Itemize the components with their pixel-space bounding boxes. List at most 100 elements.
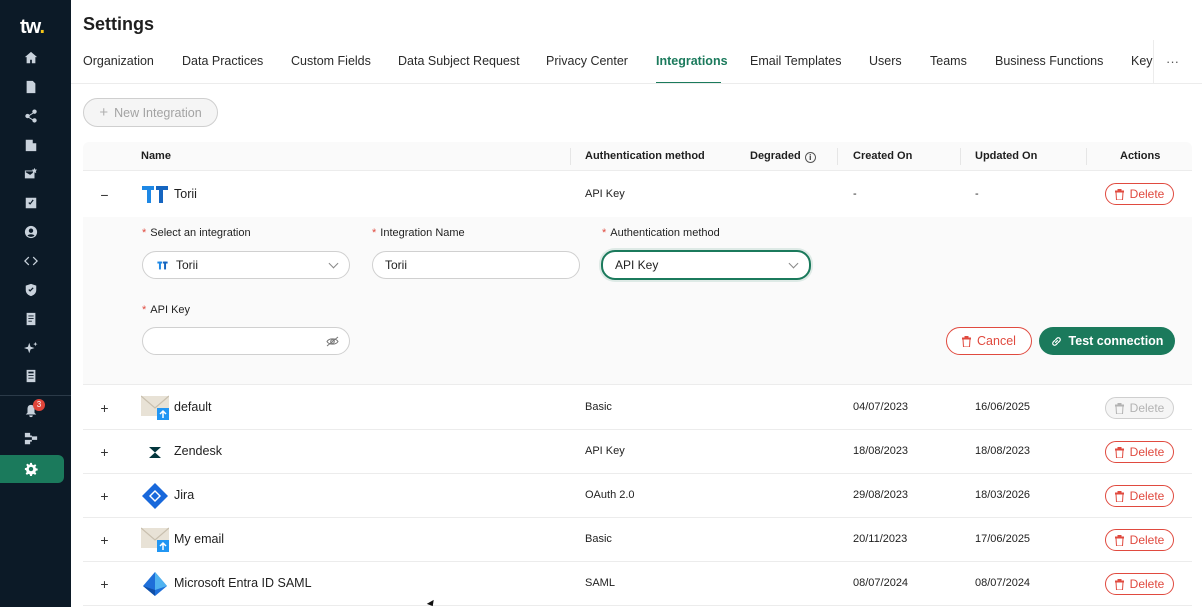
tab-data-practices[interactable]: Data Practices (182, 54, 263, 68)
expand-row-button[interactable]: + (99, 489, 110, 503)
column-auth-method: Authentication method (585, 150, 705, 162)
torii-logo (142, 186, 168, 203)
expand-row-button[interactable]: + (99, 533, 110, 547)
tab-email-templates[interactable]: Email Templates (750, 54, 841, 68)
delete-button[interactable]: Delete (1105, 485, 1174, 507)
app-logo[interactable]: tw. (20, 16, 45, 39)
required-mark: * (142, 227, 147, 239)
select-integration-label-text: Select an integration (150, 227, 251, 239)
gear-icon[interactable] (23, 461, 39, 477)
delete-button: Delete (1105, 397, 1174, 419)
tab-integrations[interactable]: Integrations (656, 54, 728, 68)
trash-icon (1114, 534, 1124, 546)
delete-label: Delete (1129, 445, 1165, 459)
integration-name-label-text: Integration Name (380, 227, 465, 239)
expand-row-button[interactable]: + (99, 401, 110, 415)
created-on: 04/07/2023 (853, 401, 909, 413)
trash-icon (1114, 446, 1124, 458)
email-logo (141, 395, 169, 420)
info-icon[interactable]: i (804, 152, 816, 163)
report-icon[interactable] (23, 311, 39, 327)
created-on: 18/08/2023 (853, 445, 909, 457)
entra-logo (143, 572, 167, 596)
integration-name[interactable]: Torii (174, 187, 197, 201)
zendesk-logo (149, 447, 161, 458)
integration-name[interactable]: Jira (174, 488, 194, 502)
new-integration-label: New Integration (114, 105, 202, 120)
header-divider (71, 83, 1202, 84)
tab-privacy-center[interactable]: Privacy Center (546, 54, 628, 68)
table-row: + Microsoft Entra ID SAML SAML 08/07/202… (83, 562, 1192, 606)
table-row: + default Basic 04/07/2023 16/06/2025 De… (83, 386, 1192, 430)
book-icon[interactable] (23, 368, 39, 384)
shield-icon[interactable] (23, 282, 39, 298)
tab-custom-fields[interactable]: Custom Fields (291, 54, 371, 68)
collapse-row-button[interactable]: − (99, 188, 110, 202)
table-row: + Jira OAuth 2.0 29/08/2023 18/03/2026 D… (83, 474, 1192, 518)
user-circle-icon[interactable] (23, 224, 39, 240)
updated-on: 18/08/2023 (975, 445, 1031, 457)
integration-name-value: Torii (385, 258, 408, 272)
cancel-label: Cancel (977, 334, 1016, 348)
home-icon[interactable] (23, 50, 39, 66)
delete-button[interactable]: Delete (1105, 441, 1174, 463)
integration-name[interactable]: default (174, 400, 212, 414)
auth-method-select[interactable]: API Key (601, 250, 811, 280)
auth-method: Basic (585, 533, 612, 545)
hierarchy-icon[interactable] (23, 431, 39, 447)
created-on: 29/08/2023 (853, 489, 909, 501)
tab-organization[interactable]: Organization (83, 54, 154, 68)
tabs-more-button[interactable]: ··· (1153, 40, 1191, 83)
integration-select-value: Torii (176, 258, 199, 272)
integration-name-input[interactable]: Torii (372, 251, 580, 279)
required-mark: * (372, 227, 377, 239)
torii-logo (157, 261, 168, 269)
integration-select[interactable]: Torii (142, 251, 350, 279)
api-key-input[interactable] (142, 327, 350, 355)
column-separator (960, 148, 961, 165)
notification-badge: 3 (33, 399, 45, 411)
checklist-icon[interactable] (23, 195, 39, 211)
tab-key[interactable]: Key (1131, 54, 1153, 68)
tab-business-functions[interactable]: Business Functions (995, 54, 1103, 68)
auth-method: Basic (585, 401, 612, 413)
updated-on: 18/03/2026 (975, 489, 1031, 501)
test-connection-button[interactable]: Test connection (1039, 327, 1175, 355)
column-separator (1086, 148, 1087, 165)
chevron-down-icon (788, 258, 799, 269)
share-icon[interactable] (23, 108, 39, 124)
column-actions: Actions (1120, 150, 1161, 162)
jira-logo (142, 483, 168, 509)
new-integration-button[interactable]: + New Integration (83, 98, 218, 127)
cancel-button[interactable]: Cancel (946, 327, 1032, 355)
sidebar-divider (0, 395, 71, 396)
test-connection-label: Test connection (1068, 334, 1164, 348)
delete-button[interactable]: Delete (1105, 529, 1174, 551)
delete-label: Delete (1129, 187, 1165, 201)
expand-row-button[interactable]: + (99, 445, 110, 459)
expand-row-button[interactable]: + (99, 577, 110, 591)
delete-button[interactable]: Delete (1105, 573, 1174, 595)
integration-name[interactable]: Microsoft Entra ID SAML (174, 576, 312, 590)
delete-label: Delete (1129, 577, 1165, 591)
tab-teams[interactable]: Teams (930, 54, 967, 68)
auth-method: SAML (585, 577, 615, 589)
tab-data-subject-request[interactable]: Data Subject Request (398, 54, 520, 68)
column-name: Name (141, 150, 171, 162)
sparkle-icon[interactable] (23, 340, 39, 356)
eye-off-icon[interactable] (326, 336, 339, 347)
auth-method-label: * Authentication method (602, 227, 720, 239)
mail-check-icon[interactable] (23, 166, 39, 182)
tab-users[interactable]: Users (869, 54, 902, 68)
plus-icon: + (99, 104, 109, 121)
delete-button[interactable]: Delete (1105, 183, 1174, 205)
document-icon[interactable] (23, 79, 39, 95)
building-icon[interactable] (23, 137, 39, 153)
integration-name[interactable]: My email (174, 532, 224, 546)
chevron-down-icon (328, 258, 339, 269)
required-mark: * (602, 227, 607, 239)
column-updated-on: Updated On (975, 150, 1038, 162)
api-key-label-text: API Key (150, 304, 191, 316)
integration-name[interactable]: Zendesk (174, 444, 222, 458)
code-icon[interactable] (23, 253, 39, 269)
